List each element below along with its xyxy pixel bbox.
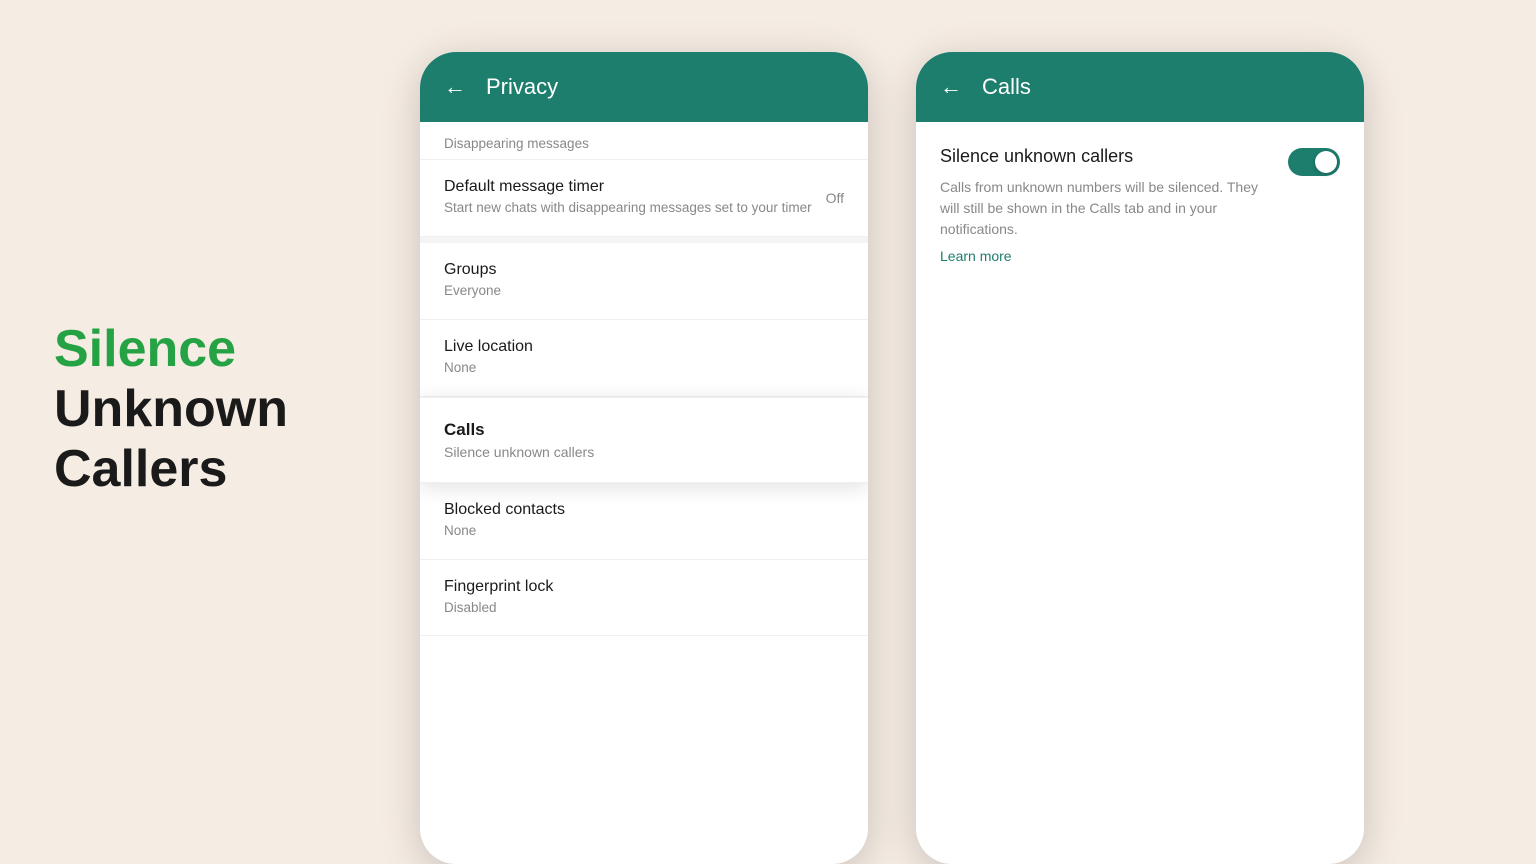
hero-line1: Silence (54, 320, 288, 380)
privacy-header: ← Privacy (420, 52, 868, 122)
hero-line3: Callers (54, 440, 288, 500)
hero-line2: Unknown (54, 380, 288, 440)
live-location-item[interactable]: Live location None (420, 320, 868, 397)
privacy-back-button[interactable]: ← (444, 74, 466, 100)
fingerprint-lock-title: Fingerprint lock (444, 578, 844, 596)
live-location-subtitle: None (444, 359, 844, 378)
calls-highlight-section[interactable]: Calls Silence unknown callers (420, 397, 868, 483)
calls-back-button[interactable]: ← (940, 74, 962, 100)
calls-phone: ← Calls Silence unknown callers Calls fr… (916, 52, 1364, 864)
default-message-timer-subtitle: Start new chats with disappearing messag… (444, 199, 812, 218)
calls-section-title: Calls (444, 420, 844, 440)
silence-text-block: Silence unknown callers Calls from unkno… (940, 146, 1272, 266)
default-message-timer-value: Off (826, 190, 844, 206)
silence-row: Silence unknown callers Calls from unkno… (940, 146, 1340, 266)
fingerprint-lock-subtitle: Disabled (444, 599, 844, 618)
default-message-timer-title: Default message timer (444, 178, 812, 196)
fingerprint-lock-item[interactable]: Fingerprint lock Disabled (420, 560, 868, 637)
silence-title: Silence unknown callers (940, 146, 1272, 167)
blocked-contacts-title: Blocked contacts (444, 501, 844, 519)
toggle-knob (1315, 151, 1337, 173)
blocked-contacts-subtitle: None (444, 522, 844, 541)
privacy-content: Disappearing messages Default message ti… (420, 122, 868, 864)
calls-section-subtitle: Silence unknown callers (444, 444, 844, 460)
groups-title: Groups (444, 261, 844, 279)
groups-subtitle: Everyone (444, 282, 844, 301)
silence-unknown-callers-section: Silence unknown callers Calls from unkno… (916, 122, 1364, 290)
privacy-title: Privacy (486, 74, 558, 100)
hero-text-block: Silence Unknown Callers (54, 320, 288, 499)
live-location-title: Live location (444, 338, 844, 356)
learn-more-link[interactable]: Learn more (940, 248, 1012, 264)
disappearing-messages-label: Disappearing messages (420, 122, 868, 160)
calls-content: Silence unknown callers Calls from unkno… (916, 122, 1364, 864)
privacy-phone: ← Privacy Disappearing messages Default … (420, 52, 868, 864)
blocked-contacts-item[interactable]: Blocked contacts None (420, 483, 868, 560)
calls-title: Calls (982, 74, 1031, 100)
silence-toggle[interactable] (1288, 148, 1340, 176)
groups-item[interactable]: Groups Everyone (420, 243, 868, 320)
silence-description: Calls from unknown numbers will be silen… (940, 177, 1272, 240)
default-message-timer-item[interactable]: Default message timer Start new chats wi… (420, 160, 868, 237)
calls-header: ← Calls (916, 52, 1364, 122)
